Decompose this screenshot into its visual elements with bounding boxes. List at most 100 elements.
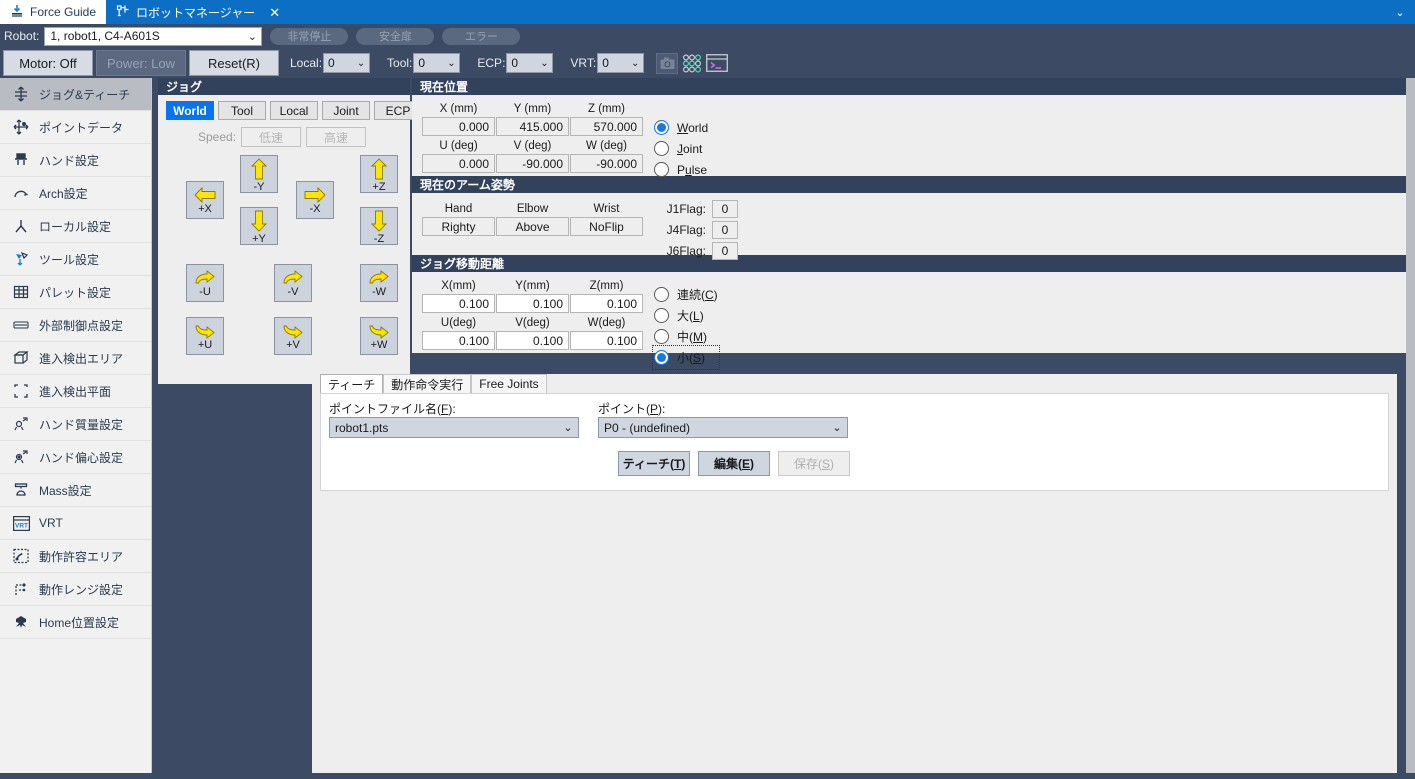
edit-button[interactable]: 編集(E) xyxy=(698,451,770,476)
sidebar-item-home-position[interactable]: Home位置設定 xyxy=(0,606,151,639)
current-position-body: X (mm) 0.000 Y (mm) 415.000 Z (mm) 570.0… xyxy=(412,95,1406,176)
dist-value-x[interactable]: 0.100 xyxy=(422,294,495,313)
radio-continuous[interactable]: 連続(C) xyxy=(654,284,718,305)
sidebar-item-hand-eccentricity[interactable]: ハンド偏心設定 xyxy=(0,441,151,474)
jog-minus-z-button[interactable]: -Z xyxy=(360,207,398,245)
dist-value-z[interactable]: 0.100 xyxy=(570,294,643,313)
hand-settings-icon xyxy=(12,151,30,169)
chevron-down-icon: ⌄ xyxy=(558,421,578,434)
post: ): xyxy=(658,402,665,416)
sidebar-item-vrt[interactable]: VRT VRT xyxy=(0,507,151,540)
sidebar-item-label: ハンド設定 xyxy=(39,152,99,169)
jog-minus-x-button[interactable]: -X xyxy=(296,181,334,219)
dist-value-y[interactable]: 0.100 xyxy=(496,294,569,313)
jog-minus-u-button[interactable]: -U xyxy=(186,264,224,302)
dist-value-u[interactable]: 0.100 xyxy=(422,331,495,350)
io-monitor-icon[interactable] xyxy=(681,53,703,74)
jog-frame-tool[interactable]: Tool xyxy=(218,101,266,120)
radio-pulse[interactable]: Pulse xyxy=(654,159,708,180)
accesskey: W xyxy=(677,121,688,135)
pre: 連続( xyxy=(677,288,705,302)
point-data-icon xyxy=(12,118,30,136)
jog-plus-z-button[interactable]: +Z xyxy=(360,155,398,193)
tool-settings-icon xyxy=(12,250,30,268)
jog-frame-joint[interactable]: Joint xyxy=(322,101,370,120)
dist-value-w[interactable]: 0.100 xyxy=(570,331,643,350)
pre: 小( xyxy=(677,351,693,365)
post: ) xyxy=(700,309,704,323)
arch-settings-icon xyxy=(12,184,30,202)
chevron-down-icon: ⌄ xyxy=(443,58,459,69)
point-file-select[interactable]: robot1.pts ⌄ xyxy=(329,417,579,438)
tool-select[interactable]: 0 ⌄ xyxy=(413,53,460,73)
sidebar-item-jog-teach[interactable]: ジョグ&ティーチ xyxy=(0,78,151,111)
sidebar-item-pallet-settings[interactable]: パレット設定 xyxy=(0,276,151,309)
jog-frame-local[interactable]: Local xyxy=(270,101,318,120)
jog-frame-world[interactable]: World xyxy=(166,101,214,120)
radio-pulse-label: Pulse xyxy=(677,163,707,177)
jog-plus-v-button[interactable]: +V xyxy=(274,317,312,355)
tool-select-value: 0 xyxy=(418,56,443,70)
tab-force-guide[interactable]: Force Guide xyxy=(0,0,106,24)
sidebar-item-motion-area[interactable]: 動作許容エリア xyxy=(0,540,151,573)
dist-value-v[interactable]: 0.100 xyxy=(496,331,569,350)
pos-label-v: V (deg) xyxy=(496,138,569,154)
vrt-select[interactable]: 0 ⌄ xyxy=(597,53,644,73)
jog-panel-body: World Tool Local Joint ECP Speed: 低速 高速 … xyxy=(158,95,410,384)
jog-minus-w-button[interactable]: -W xyxy=(360,264,398,302)
command-window-icon[interactable] xyxy=(706,53,728,74)
sidebar-item-hand-weight[interactable]: ハンド質量設定 xyxy=(0,408,151,441)
accesskey: P xyxy=(650,402,658,416)
sidebar-item-tool-settings[interactable]: ツール設定 xyxy=(0,243,151,276)
radio-medium-label: 中(M) xyxy=(677,328,707,345)
radio-small[interactable]: 小(S) xyxy=(654,347,718,368)
jog-plus-y-button[interactable]: +Y xyxy=(240,207,278,245)
camera-icon[interactable] xyxy=(656,53,678,74)
sidebar-item-approach-area[interactable]: 進入検出エリア xyxy=(0,342,151,375)
jog-speed-low-button: 低速 xyxy=(241,127,301,147)
tab-close-icon[interactable]: ✕ xyxy=(269,6,280,19)
ecp-select[interactable]: 0 ⌄ xyxy=(506,53,553,73)
radio-world-dot xyxy=(654,120,669,135)
radio-large[interactable]: 大(L) xyxy=(654,305,718,326)
sidebar-item-approach-plane[interactable]: 進入検出平面 xyxy=(0,375,151,408)
jog-plus-x-button[interactable]: +X xyxy=(186,181,224,219)
sidebar-item-local-settings[interactable]: ローカル設定 xyxy=(0,210,151,243)
sidebar-item-label: 進入検出エリア xyxy=(39,350,123,367)
reset-button[interactable]: Reset(R) xyxy=(189,50,279,76)
tab-robot-manager[interactable]: ロボットマネージャー ✕ xyxy=(106,0,290,24)
point-select[interactable]: P0 - (undefined) ⌄ xyxy=(598,417,848,438)
motor-toggle-button[interactable]: Motor: Off xyxy=(3,50,93,76)
radio-joint[interactable]: Joint xyxy=(654,138,708,159)
tab-teach[interactable]: ティーチ xyxy=(320,374,383,393)
sidebar-item-hand-settings[interactable]: ハンド設定 xyxy=(0,144,151,177)
radio-world[interactable]: World xyxy=(654,117,708,138)
approach-area-icon xyxy=(12,349,30,367)
sidebar-item-point-data[interactable]: ポイントデータ xyxy=(0,111,151,144)
robot-manager-icon xyxy=(116,4,130,21)
point-value: P0 - (undefined) xyxy=(604,421,827,435)
sidebar-item-arch-settings[interactable]: Arch設定 xyxy=(0,177,151,210)
pre: ポイントファイル名( xyxy=(329,402,441,416)
sidebar-item-motion-range[interactable]: 動作レンジ設定 xyxy=(0,573,151,606)
chevron-down-icon[interactable]: ⌄ xyxy=(1385,0,1415,24)
teach-button[interactable]: ティーチ(T) xyxy=(618,451,690,476)
jog-plus-w-button[interactable]: +W xyxy=(360,317,398,355)
ecp-selector-group: ECP: 0 ⌄ xyxy=(477,53,562,73)
tab-free-joints[interactable]: Free Joints xyxy=(471,374,546,393)
home-position-icon xyxy=(12,613,30,631)
jog-plus-u-button[interactable]: +U xyxy=(186,317,224,355)
radio-medium[interactable]: 中(M) xyxy=(654,326,718,347)
sidebar-item-ecp-settings[interactable]: 外部制御点設定 xyxy=(0,309,151,342)
jog-minus-y-button[interactable]: -Y xyxy=(240,155,278,193)
tab-motion-command[interactable]: 動作命令実行 xyxy=(383,374,471,393)
local-select[interactable]: 0 ⌄ xyxy=(323,53,370,73)
jog-step-radios: 連続(C) 大(L) 中(M) 小(S) xyxy=(654,272,718,368)
sidebar-item-mass-settings[interactable]: Mass設定 xyxy=(0,474,151,507)
vertical-scrollbar[interactable] xyxy=(1406,78,1415,773)
robot-select[interactable]: 1, robot1, C4-A601S ⌄ xyxy=(44,27,262,46)
accesskey: u xyxy=(685,163,692,177)
jog-minus-v-button[interactable]: -V xyxy=(274,264,312,302)
pos-label-u: U (deg) xyxy=(422,138,495,154)
jog-button-label: +U xyxy=(198,340,212,350)
